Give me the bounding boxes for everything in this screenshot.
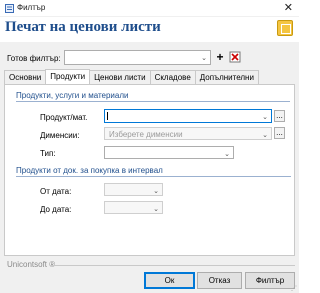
type-combo[interactable]: ⌄ bbox=[104, 146, 234, 159]
tab-main[interactable]: Основни bbox=[4, 70, 47, 84]
tab-products[interactable]: Продукти bbox=[45, 69, 91, 84]
tab-additional[interactable]: Допълнителни bbox=[194, 70, 259, 84]
ready-filter-label: Готов филтър: bbox=[7, 54, 61, 63]
page-header: Печат на ценови листи bbox=[0, 17, 299, 42]
to-date-label: До дата: bbox=[40, 205, 72, 214]
product-label: Продукт/мат. bbox=[40, 113, 88, 122]
tab-warehouses[interactable]: Складове bbox=[149, 70, 196, 84]
type-label: Тип: bbox=[40, 149, 56, 158]
from-date-picker[interactable]: ⌄ bbox=[104, 183, 163, 196]
brand-label: Unicontsoft ® bbox=[7, 260, 56, 269]
section-divider bbox=[16, 176, 291, 177]
dimensions-combo[interactable]: Изберете дименсии ⌄ bbox=[104, 127, 272, 140]
window-icon[interactable] bbox=[277, 20, 293, 36]
chevron-down-icon: ⌄ bbox=[262, 131, 268, 139]
title-bar: Филтър ✕ bbox=[0, 0, 299, 17]
resize-grip-icon[interactable]: ⋰ bbox=[291, 285, 297, 292]
section-divider bbox=[16, 101, 290, 102]
tab-price-lists[interactable]: Ценови листи bbox=[89, 70, 151, 84]
window-title: Филтър bbox=[17, 3, 46, 12]
dimensions-label: Дименсии: bbox=[40, 131, 80, 140]
product-browse-button[interactable]: ... bbox=[274, 110, 285, 122]
add-filter-button[interactable]: + bbox=[214, 50, 226, 65]
chevron-down-icon: ⌄ bbox=[201, 54, 207, 62]
delete-filter-icon[interactable] bbox=[229, 51, 241, 63]
dimensions-browse-button[interactable]: ... bbox=[274, 127, 285, 139]
section-title-docs: Продукти от док. за покупка в интервал bbox=[16, 166, 163, 175]
cancel-button[interactable]: Отказ bbox=[197, 272, 242, 289]
section-title-products: Продукти, услуги и материали bbox=[16, 91, 129, 100]
to-date-picker[interactable]: ⌄ bbox=[104, 201, 163, 214]
text-cursor bbox=[107, 112, 108, 120]
tab-strip: Основни Продукти Ценови листи Складове Д… bbox=[4, 69, 259, 84]
filter-icon bbox=[5, 4, 14, 13]
page-title: Печат на ценови листи bbox=[5, 19, 161, 35]
ok-button[interactable]: Ок bbox=[144, 272, 195, 289]
chevron-down-icon: ⌄ bbox=[153, 187, 159, 195]
filter-button[interactable]: Филтър bbox=[245, 272, 295, 289]
chevron-down-icon: ⌄ bbox=[224, 150, 230, 158]
ready-filter-combo[interactable]: ⌄ bbox=[64, 50, 211, 65]
close-icon[interactable]: ✕ bbox=[284, 1, 293, 14]
footer-divider bbox=[50, 265, 295, 266]
chevron-down-icon: ⌄ bbox=[262, 113, 268, 121]
product-combo[interactable]: ⌄ bbox=[104, 109, 272, 123]
chevron-down-icon: ⌄ bbox=[153, 205, 159, 213]
dimensions-placeholder: Изберете дименсии bbox=[109, 130, 183, 139]
from-date-label: От дата: bbox=[40, 187, 72, 196]
